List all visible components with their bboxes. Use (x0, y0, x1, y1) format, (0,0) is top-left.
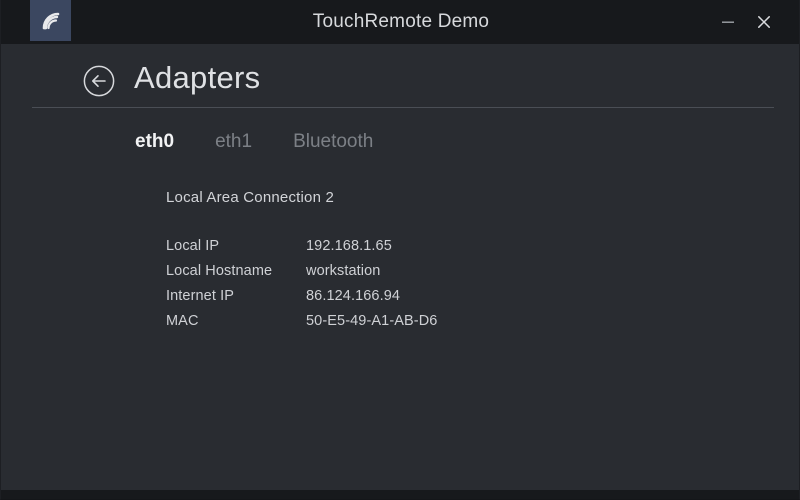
tab-eth1[interactable]: eth1 (215, 129, 252, 155)
minimize-icon (722, 21, 734, 23)
table-row: Local IP 192.168.1.65 (166, 236, 437, 261)
window-title: TouchRemote Demo (312, 11, 490, 32)
detail-value-local-hostname: workstation (306, 263, 381, 279)
page-title: Adapters (134, 60, 261, 95)
close-button[interactable] (743, 0, 785, 44)
wifi-signal-icon (30, 0, 71, 41)
back-arrow-circle-icon[interactable] (82, 64, 116, 98)
app-window: TouchRemote Demo Adapters eth0 eth1 Blue… (0, 0, 800, 500)
table-row: Internet IP 86.124.166.94 (166, 286, 437, 311)
header-divider (32, 107, 774, 108)
detail-value-internet-ip: 86.124.166.94 (306, 288, 401, 304)
page-header: Adapters (1, 56, 799, 106)
adapter-details-table: Local IP 192.168.1.65 Local Hostname wor… (166, 236, 437, 336)
detail-label-internet-ip: Internet IP (166, 288, 234, 304)
title-bar: TouchRemote Demo (1, 0, 799, 44)
detail-label-mac: MAC (166, 313, 199, 329)
detail-label-local-ip: Local IP (166, 238, 220, 254)
detail-label-local-hostname: Local Hostname (166, 263, 273, 279)
table-row: MAC 50-E5-49-A1-AB-D6 (166, 311, 437, 336)
adapter-tab-bar: eth0 eth1 Bluetooth (135, 129, 373, 155)
connection-name: Local Area Connection 2 (166, 189, 335, 206)
detail-value-local-ip: 192.168.1.65 (306, 238, 392, 254)
tab-bluetooth[interactable]: Bluetooth (293, 129, 373, 155)
window-bottom-strip (1, 490, 799, 499)
detail-value-mac: 50-E5-49-A1-AB-D6 (306, 313, 438, 329)
close-icon (758, 16, 770, 28)
table-row: Local Hostname workstation (166, 261, 437, 286)
tab-eth0[interactable]: eth0 (135, 129, 174, 155)
